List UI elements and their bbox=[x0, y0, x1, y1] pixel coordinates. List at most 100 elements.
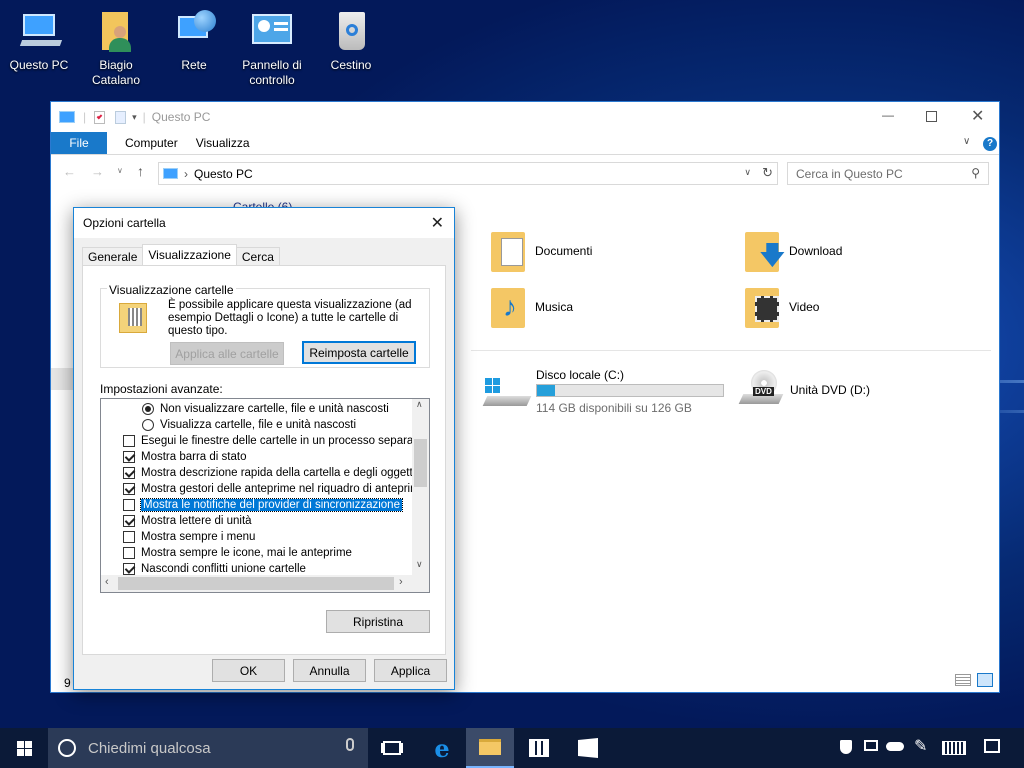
desktop-icon-questo-pc[interactable]: Questo PC bbox=[1, 8, 77, 73]
checkbox[interactable] bbox=[123, 435, 135, 447]
apply-button[interactable]: Applica bbox=[374, 659, 447, 682]
folder-documenti[interactable]: Documenti bbox=[489, 230, 709, 276]
scroll-down-icon[interactable]: ∨ bbox=[416, 559, 423, 570]
minimize-button[interactable]: — bbox=[881, 108, 895, 122]
folder-download[interactable]: 🡇 Download bbox=[743, 230, 963, 276]
details-view-icon[interactable] bbox=[955, 674, 971, 686]
pen-workspace-icon[interactable]: ✎ bbox=[914, 736, 927, 756]
dialog-tabs: Generale Visualizzazione Cerca bbox=[82, 244, 280, 265]
breadcrumb-separator-icon[interactable]: › bbox=[184, 167, 188, 181]
tab-generale[interactable]: Generale bbox=[82, 247, 144, 265]
checkbox[interactable] bbox=[123, 563, 135, 575]
tab-computer[interactable]: Computer bbox=[107, 132, 196, 154]
advanced-settings-list[interactable]: Non visualizzare cartelle, file e unità … bbox=[100, 398, 430, 593]
scroll-up-icon[interactable]: ∧ bbox=[416, 399, 423, 410]
settings-checkbox-option[interactable]: Mostra sempre le icone, mai le anteprime bbox=[101, 545, 352, 561]
help-icon[interactable]: ? bbox=[983, 137, 997, 151]
checkbox[interactable] bbox=[123, 451, 135, 463]
scroll-left-icon[interactable]: ‹ bbox=[105, 576, 109, 588]
checkbox[interactable] bbox=[123, 483, 135, 495]
address-bar[interactable]: › Questo PC ∨ ↻ bbox=[158, 162, 778, 185]
edge-button[interactable]: e bbox=[418, 728, 466, 768]
checkbox[interactable] bbox=[123, 499, 135, 511]
maximize-button[interactable] bbox=[926, 111, 937, 122]
expand-ribbon-icon[interactable]: ∨ bbox=[963, 136, 970, 147]
apply-to-folders-button[interactable]: Applica alle cartelle bbox=[170, 342, 284, 365]
desktop-icon-user-folder[interactable]: Biagio Catalano bbox=[78, 8, 154, 88]
tab-visualizzazione[interactable]: Visualizzazione bbox=[142, 244, 237, 265]
settings-checkbox-option[interactable]: Mostra sempre i menu bbox=[101, 529, 255, 545]
restore-defaults-button[interactable]: Ripristina bbox=[326, 610, 430, 633]
folder-musica[interactable]: ♪ Musica bbox=[489, 286, 709, 332]
scroll-thumb[interactable] bbox=[414, 439, 427, 487]
tab-file[interactable]: File bbox=[51, 132, 107, 154]
address-dropdown-icon[interactable]: ∨ bbox=[744, 167, 751, 178]
hscroll-thumb[interactable] bbox=[118, 577, 394, 590]
search-icon[interactable]: ⚲ bbox=[971, 166, 980, 180]
drive-dvd[interactable]: DVD Unità DVD (D:) bbox=[737, 364, 957, 416]
settings-checkbox-option[interactable]: Mostra lettere di unità bbox=[101, 513, 252, 529]
settings-checkbox-option[interactable]: Mostra barra di stato bbox=[101, 449, 246, 465]
settings-radio-option[interactable]: Non visualizzare cartelle, file e unità … bbox=[101, 401, 389, 417]
tiles-app-button[interactable] bbox=[564, 728, 612, 768]
settings-checkbox-option[interactable]: Mostra le notifiche del provider di sinc… bbox=[101, 497, 403, 513]
tab-visualizza[interactable]: Visualizza bbox=[196, 132, 268, 154]
settings-checkbox-option[interactable]: Esegui le finestre delle cartelle in un … bbox=[101, 433, 423, 449]
defender-shield-icon[interactable] bbox=[840, 740, 852, 754]
desktop-icon-rete[interactable]: Rete bbox=[156, 8, 232, 73]
computer-icon bbox=[59, 111, 75, 123]
file-explorer-button[interactable] bbox=[466, 728, 514, 768]
close-button[interactable]: ✕ bbox=[971, 106, 984, 126]
close-icon[interactable]: ✕ bbox=[431, 213, 444, 233]
scroll-right-icon[interactable]: › bbox=[399, 576, 403, 588]
settings-checkbox-option[interactable]: Mostra descrizione rapida della cartella… bbox=[101, 465, 430, 481]
drive-c[interactable]: Disco locale (C:) 114 GB disponibili su … bbox=[482, 364, 733, 416]
settings-checkbox-option[interactable]: Mostra gestori delle anteprime nel riqua… bbox=[101, 481, 426, 497]
folder-options-dialog: Opzioni cartella ✕ Generale Visualizzazi… bbox=[73, 207, 455, 690]
dialog-titlebar: Opzioni cartella ✕ bbox=[74, 208, 454, 238]
new-folder-icon[interactable] bbox=[115, 110, 127, 124]
refresh-icon[interactable]: ↻ bbox=[762, 165, 773, 181]
checkbox[interactable] bbox=[123, 467, 135, 479]
radio-button[interactable] bbox=[142, 403, 154, 415]
setting-label: Mostra sempre i menu bbox=[141, 531, 256, 543]
task-view-button[interactable] bbox=[368, 728, 416, 768]
checkbox[interactable] bbox=[123, 515, 135, 527]
explorer-titlebar: | ▾ | Questo PC — ✕ bbox=[51, 102, 999, 132]
vertical-scrollbar[interactable]: ∧ ∨ bbox=[412, 399, 429, 575]
forward-arrow-icon[interactable]: → bbox=[91, 164, 104, 179]
folder-video[interactable]: Video bbox=[743, 286, 963, 332]
recent-dropdown-icon[interactable]: ∨ bbox=[117, 166, 123, 175]
up-arrow-icon[interactable]: ↑ bbox=[137, 163, 144, 179]
onedrive-icon[interactable] bbox=[886, 742, 904, 751]
keyboard-icon[interactable] bbox=[942, 741, 966, 755]
tab-cerca[interactable]: Cerca bbox=[235, 247, 280, 265]
search-input[interactable]: Cerca in Questo PC ⚲ bbox=[787, 162, 989, 185]
quick-access-dropdown-icon[interactable]: ▾ bbox=[132, 112, 137, 123]
radio-button[interactable] bbox=[142, 419, 154, 431]
desktop-icon-pannello[interactable]: Pannello di controllo bbox=[234, 8, 310, 88]
address-text[interactable]: Questo PC bbox=[194, 167, 253, 181]
network-tray-icon[interactable] bbox=[864, 740, 878, 751]
reset-folders-button[interactable]: Reimposta cartelle bbox=[302, 341, 416, 364]
cortana-search-box[interactable]: Chiedimi qualcosa bbox=[48, 728, 368, 768]
cancel-button[interactable]: Annulla bbox=[293, 659, 366, 682]
dialog-title: Opzioni cartella bbox=[83, 216, 166, 230]
setting-label: Mostra descrizione rapida della cartella… bbox=[141, 467, 430, 479]
microphone-icon[interactable] bbox=[346, 738, 354, 751]
setting-label: Mostra le notifiche del provider di sinc… bbox=[140, 498, 403, 512]
store-button[interactable] bbox=[515, 728, 563, 768]
start-button[interactable] bbox=[0, 728, 48, 768]
properties-icon[interactable] bbox=[94, 110, 106, 124]
checkbox[interactable] bbox=[123, 531, 135, 543]
settings-radio-option[interactable]: Visualizza cartelle, file e unità nascos… bbox=[101, 417, 356, 433]
desktop-icon-label: Cestino bbox=[330, 58, 372, 72]
action-center-icon[interactable] bbox=[984, 739, 1000, 753]
back-arrow-icon[interactable]: ← bbox=[63, 164, 76, 179]
desktop-icon-label: Questo PC bbox=[9, 58, 69, 72]
large-icons-view-icon[interactable] bbox=[977, 673, 993, 687]
checkbox[interactable] bbox=[123, 547, 135, 559]
ok-button[interactable]: OK bbox=[212, 659, 285, 682]
horizontal-scrollbar[interactable]: ‹ › bbox=[101, 575, 412, 592]
desktop-icon-cestino[interactable]: Cestino bbox=[313, 8, 389, 73]
